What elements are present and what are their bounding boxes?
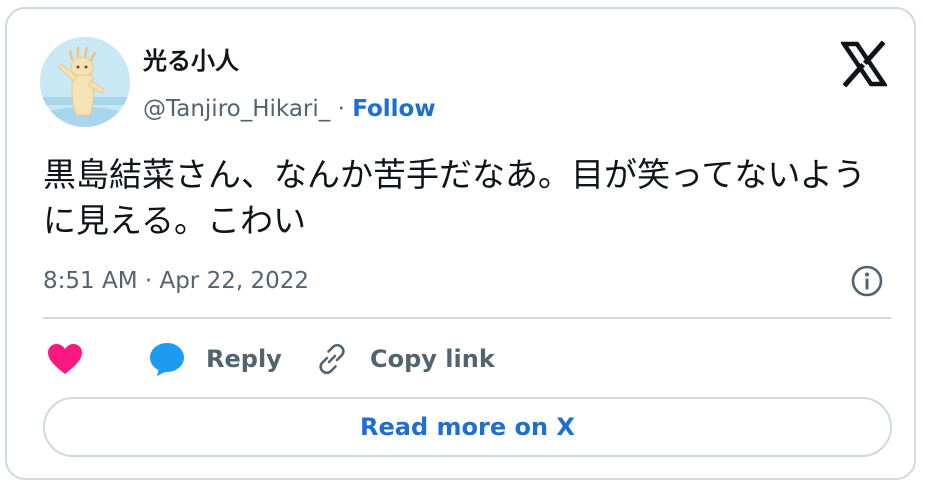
x-logo-icon[interactable]	[839, 40, 889, 88]
link-icon	[319, 343, 345, 375]
avatar-image	[40, 37, 130, 127]
copy-link-button[interactable]: Copy link	[314, 337, 495, 381]
tweet-timestamp[interactable]: 8:51 AM · Apr 22, 2022	[43, 266, 309, 296]
reply-button[interactable]: Reply	[148, 337, 282, 381]
tweet-actions: Reply Copy link	[43, 337, 893, 381]
author-avatar[interactable]	[40, 37, 130, 127]
like-button[interactable]	[47, 337, 83, 381]
copy-link-label: Copy link	[370, 345, 495, 373]
divider	[43, 317, 891, 319]
author-display-name[interactable]: 光る小人	[143, 46, 239, 76]
speech-bubble-icon	[150, 343, 184, 376]
read-more-button[interactable]: Read more on X	[43, 397, 892, 457]
follow-link[interactable]: Follow	[352, 96, 435, 122]
tweet-card: 光る小人 @Tanjiro_Hikari_ · Follow 黒島結菜さん、なん…	[5, 7, 916, 480]
info-icon[interactable]	[850, 264, 884, 298]
reply-label: Reply	[206, 345, 282, 373]
read-more-label: Read more on X	[360, 413, 575, 441]
author-handle-row: @Tanjiro_Hikari_ · Follow	[143, 94, 436, 124]
handle-separator: ·	[330, 96, 353, 122]
author-handle[interactable]: @Tanjiro_Hikari_	[143, 96, 330, 122]
heart-icon	[48, 344, 82, 374]
tweet-text: 黒島結菜さん、なんか苦手だなあ。目が笑ってないように見える。こわい	[43, 155, 866, 240]
